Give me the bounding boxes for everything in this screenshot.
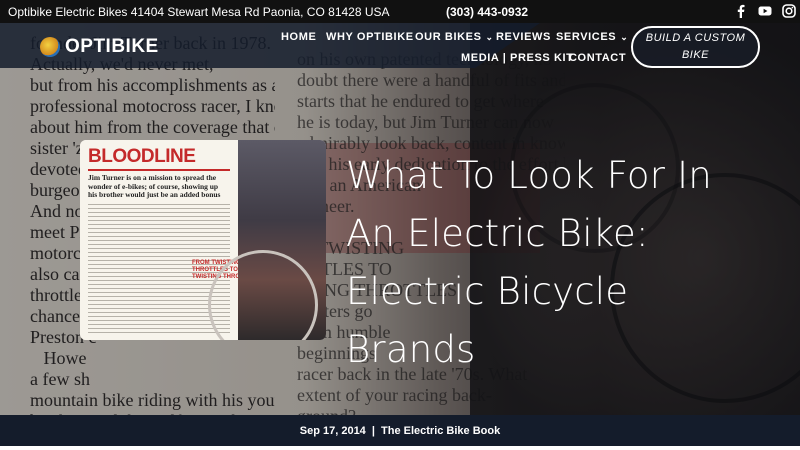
nav-media-press-kit[interactable]: MEDIA | PRESS KIT — [461, 52, 574, 64]
nav-contact[interactable]: CONTACT — [569, 52, 626, 64]
nav-our-bikes[interactable]: OUR BIKES ⌄ — [415, 31, 494, 43]
build-custom-bike-button[interactable]: BUILD A CUSTOM BIKE — [631, 26, 760, 68]
page-bottom-edge — [0, 446, 800, 450]
instagram-icon[interactable] — [782, 4, 796, 18]
store-address: Optibike Electric Bikes 41404 Stewart Me… — [8, 5, 390, 19]
chevron-down-icon: ⌄ — [620, 32, 629, 42]
magazine-thumbnail: BLOODLINE Jim Turner is on a mission to … — [80, 140, 326, 340]
post-title: What To Look For In An Electric Bike: El… — [346, 154, 712, 371]
top-info-bar: Optibike Electric Bikes 41404 Stewart Me… — [0, 0, 800, 23]
hero-section: founder Jim Turner back in 1978. Actuall… — [0, 23, 800, 415]
nav-why-optibike[interactable]: WHY OPTIBIKE — [326, 31, 414, 43]
logo-text: OPTIBIKE — [65, 36, 159, 57]
magazine-heading: BLOODLINE — [88, 146, 196, 167]
optibike-logo[interactable]: OPTIBIKE — [40, 36, 159, 57]
cta-label: BUILD A CUSTOM BIKE — [645, 32, 746, 61]
post-meta-bar: Sep 17, 2014 | The Electric Bike Book — [0, 415, 800, 450]
nav-services[interactable]: SERVICES ⌄ — [556, 31, 628, 43]
magazine-subheading: Jim Turner is on a mission to spread the… — [88, 173, 221, 199]
magazine-rule — [88, 169, 230, 171]
meta-separator: | — [371, 425, 375, 437]
post-category-link[interactable]: The Electric Bike Book — [381, 425, 500, 437]
post-date: Sep 17, 2014 — [299, 425, 366, 437]
phone-number-link[interactable]: (303) 443-0932 — [446, 5, 528, 19]
chevron-down-icon: ⌄ — [485, 32, 494, 42]
nav-reviews[interactable]: REVIEWS — [496, 31, 551, 43]
facebook-icon[interactable] — [734, 4, 748, 18]
youtube-icon[interactable] — [758, 4, 772, 18]
site-header: OPTIBIKE HOME WHY OPTIBIKE OUR BIKES ⌄ RE… — [0, 23, 800, 68]
magazine-bike-photo — [208, 140, 326, 340]
nav-home[interactable]: HOME — [281, 31, 316, 43]
logo-mark-icon — [40, 37, 60, 57]
